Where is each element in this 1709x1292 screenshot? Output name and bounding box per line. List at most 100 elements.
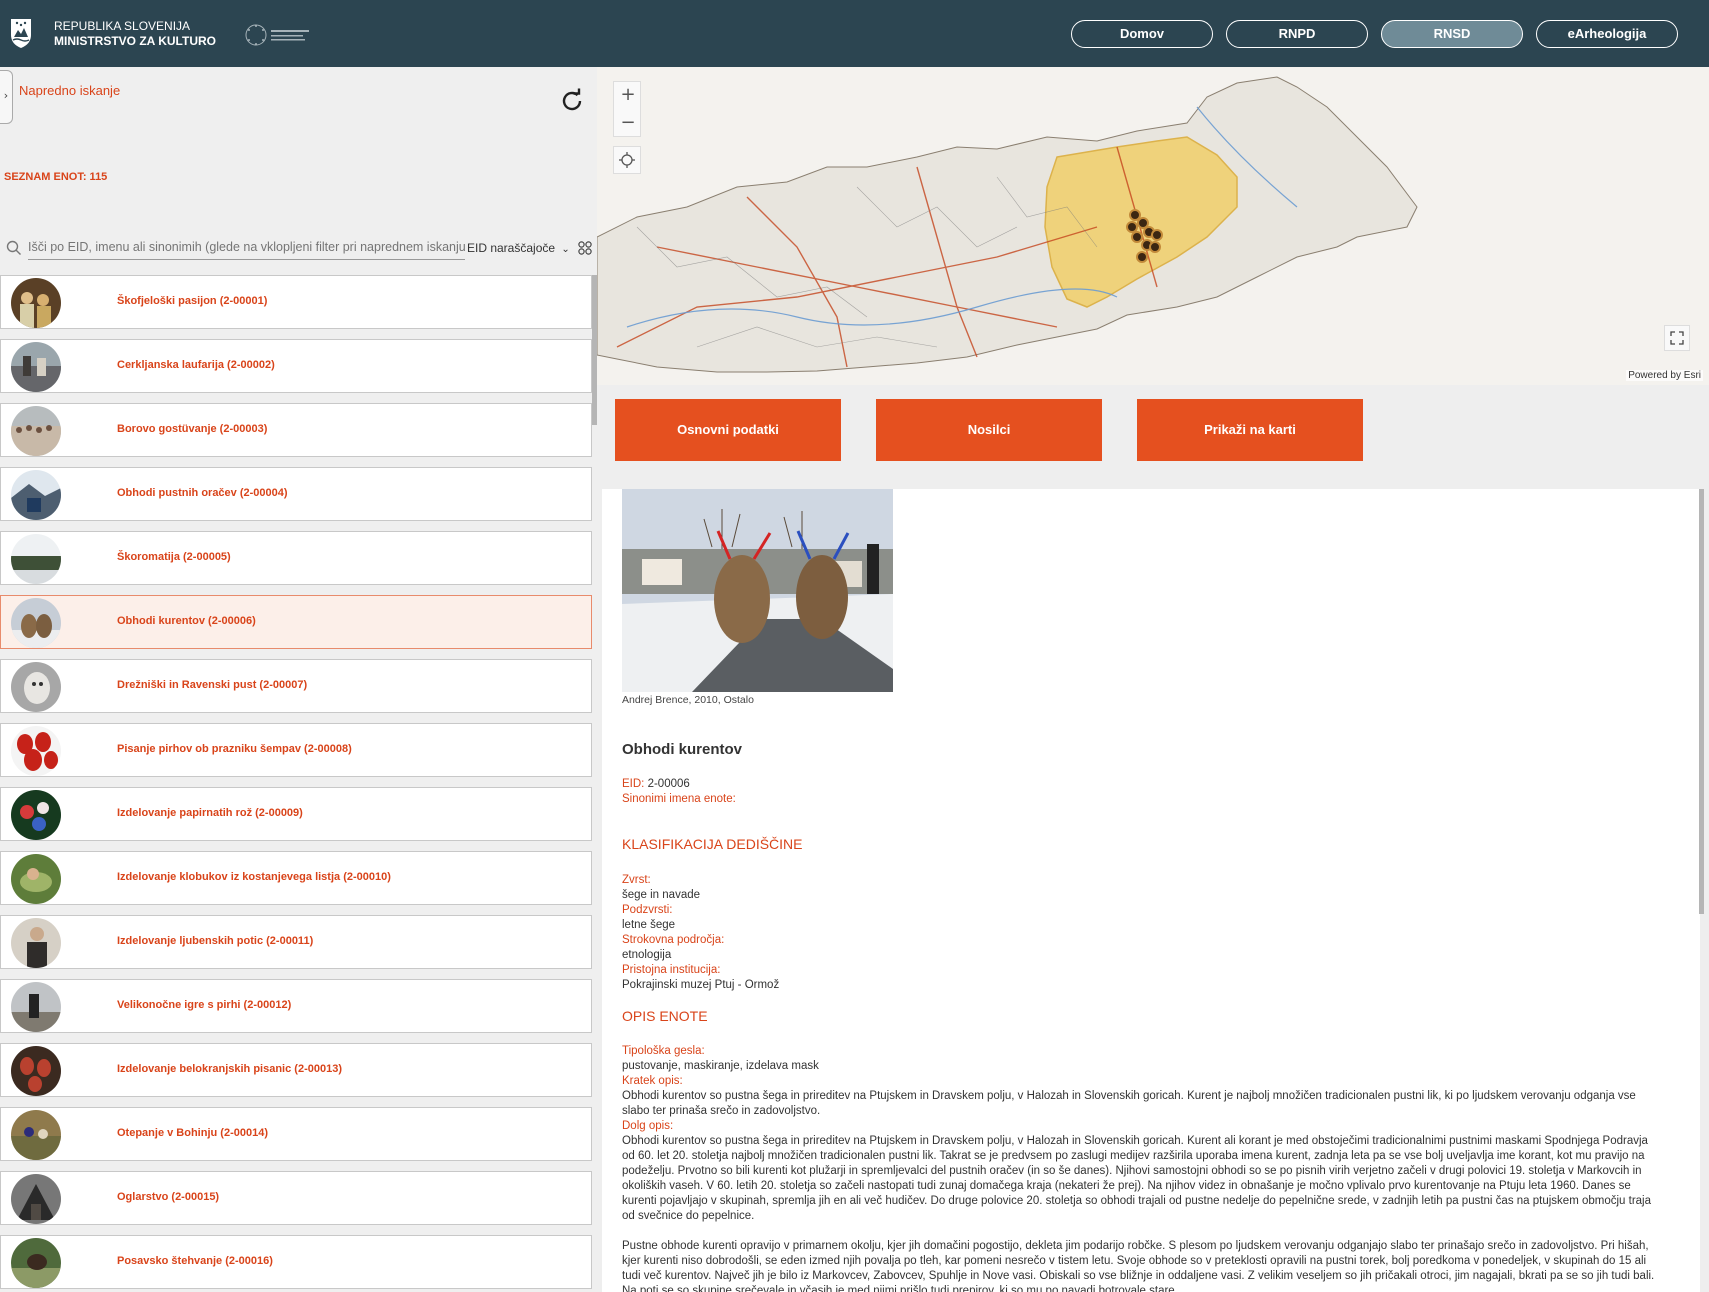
unit-thumbnail [11,470,61,520]
photo-caption: Andrej Brence, 2010, Ostalo [622,694,754,706]
list-item-label: Izdelovanje papirnatih rož (2-00009) [117,807,303,819]
list-item[interactable]: Izdelovanje belokranjskih pisanic (2-000… [0,1043,592,1097]
slovenia-map [597,76,1418,373]
refresh-icon[interactable] [558,87,586,115]
nav-domov-button[interactable]: Domov [1071,20,1213,48]
unit-thumbnail [11,726,61,776]
sort-select-label: EID naraščajoče [467,241,556,255]
list-item-label: Obhodi pustnih oračev (2-00004) [117,487,288,499]
list-item[interactable]: Obhodi pustnih oračev (2-00004) [0,467,592,521]
short-description-label: Kratek opis: [622,1075,683,1087]
search-input[interactable] [28,234,465,260]
eid-value: 2-00006 [644,778,690,790]
unit-thumbnail [11,918,61,968]
nav-rnsd-button[interactable]: RNSD [1381,20,1523,48]
fullscreen-button[interactable] [1664,325,1690,351]
chevron-down-icon: ⌄ [561,244,570,255]
keywords-value: pustovanje, maskiranje, izdelava mask [622,1060,819,1072]
type-value: šege in navade [622,889,701,901]
list-item[interactable]: Izdelovanje papirnatih rož (2-00009) [0,787,592,841]
unit-thumbnail [11,406,61,456]
synonyms-row: Sinonimi imena enote: [622,792,736,807]
list-item-label: Škoromatija (2-00005) [117,551,231,563]
list-item[interactable]: Škoromatija (2-00005) [0,531,592,585]
expand-panel-chevron-icon[interactable]: › [0,70,13,124]
sort-select[interactable]: EID naraščajoče ⌄ [467,241,570,255]
list-item-label: Izdelovanje klobukov iz kostanjevega lis… [117,871,391,883]
list-item[interactable]: Cerkljanska laufarija (2-00002) [0,339,592,393]
unit-thumbnail [11,662,61,712]
map-view[interactable]: + − Powered by Esri [597,67,1709,385]
zoom-in-button[interactable]: + [614,82,642,110]
unit-thumbnail [11,598,61,648]
list-item[interactable]: Pisanje pirhov ob prazniku šempav (2-000… [0,723,592,777]
slovenia-coat-of-arms-icon [11,19,31,48]
unit-thumbnail [11,278,61,328]
eid-row: EID: 2-00006 [622,777,690,792]
ministry-line2: MINISTRSTVO ZA KULTURO [54,34,216,48]
locate-button[interactable] [613,146,641,174]
list-item-label: Cerkljanska laufarija (2-00002) [117,359,275,371]
zoom-out-button[interactable]: − [614,110,642,138]
unit-thumbnail [11,982,61,1032]
advanced-search-link[interactable]: Napredno iskanje [19,83,120,98]
list-item-label: Drežniški in Ravenski pust (2-00007) [117,679,308,691]
synonyms-label: Sinonimi imena enote: [622,793,736,805]
detail-scrollbar[interactable] [1699,489,1704,914]
list-item-label: Izdelovanje ljubenskih potic (2-00011) [117,935,314,947]
ministry-logo-text[interactable]: REPUBLIKA SLOVENIJA MINISTRSTVO ZA KULTU… [54,19,216,49]
nav-rnpd-button[interactable]: RNPD [1226,20,1368,48]
nav-earheologija-button[interactable]: eArheologija [1536,20,1678,48]
description-heading: OPIS ENOTE [622,1008,708,1024]
list-item-label: Borovo gostüvanje (2-00003) [117,423,268,435]
fullscreen-icon [1670,331,1684,345]
long-description-paragraph-2: Pustne obhode kurenti opravijo v primarn… [622,1240,1655,1292]
list-item[interactable]: Obhodi kurentov (2-00006) [0,595,592,649]
classification-heading: KLASIFIKACIJA DEDIŠČINE [622,836,803,852]
list-item-label: Škofjeloški pasijon (2-00001) [117,295,268,307]
holders-button[interactable]: Nosilci [876,399,1102,461]
list-item[interactable]: Posavsko štehvanje (2-00016) [0,1235,592,1289]
subtype-label: Podzvrsti: [622,904,673,916]
list-item[interactable]: Izdelovanje klobukov iz kostanjevega lis… [0,851,592,905]
list-item[interactable]: Izdelovanje ljubenskih potic (2-00011) [0,915,592,969]
list-item[interactable]: Škofjeloški pasijon (2-00001) [0,275,592,329]
fields-value: etnologija [622,949,672,961]
list-item-label: Izdelovanje belokranjskih pisanic (2-000… [117,1063,342,1075]
unit-count: SEZNAM ENOT: 115 [4,171,108,183]
unit-thumbnail [11,1174,61,1224]
list-item[interactable]: Otepanje v Bohinju (2-00014) [0,1107,592,1161]
list-item[interactable]: Oglarstvo (2-00015) [0,1171,592,1225]
unit-title: Obhodi kurentov [622,741,742,758]
detail-panel: Andrej Brence, 2010, Ostalo Obhodi kuren… [602,489,1700,1292]
unit-thumbnail [11,1110,61,1160]
list-item-label: Posavsko štehvanje (2-00016) [117,1255,273,1267]
list-item-label: Oglarstvo (2-00015) [117,1191,220,1203]
unit-thumbnail [11,854,61,904]
eu-funding-logo-icon [245,24,309,46]
description-block: Tipološka gesla: pustovanje, maskiranje,… [622,1044,1658,1292]
left-panel: › Napredno iskanje SEZNAM ENOT: 115 EID … [0,67,600,1292]
eid-label: EID: [622,778,645,790]
crosshair-icon [619,152,635,168]
short-description-value: Obhodi kurentov so pustna šega in prired… [622,1090,1636,1117]
institution-value: Pokrajinski muzej Ptuj - Ormož [622,979,780,991]
type-label: Zvrst: [622,874,651,886]
unit-thumbnail [11,1046,61,1096]
zoom-controls: + − [613,81,641,137]
institution-label: Pristojna institucija: [622,964,721,976]
top-header: REPUBLIKA SLOVENIJA MINISTRSTVO ZA KULTU… [0,0,1709,67]
list-item[interactable]: Borovo gostüvanje (2-00003) [0,403,592,457]
esri-attribution[interactable]: Powered by Esri [1626,370,1703,381]
show-on-map-button[interactable]: Prikaži na karti [1137,399,1363,461]
list-item[interactable]: Drežniški in Ravenski pust (2-00007) [0,659,592,713]
list-item-label: Velikonočne igre s pirhi (2-00012) [117,999,292,1011]
fields-label: Strokovna področja: [622,934,725,946]
unit-photo[interactable] [622,489,893,692]
grid-view-icon[interactable] [578,241,592,255]
list-item-label: Pisanje pirhov ob prazniku šempav (2-000… [117,743,352,755]
basic-data-button[interactable]: Osnovni podatki [615,399,841,461]
unit-thumbnail [11,534,61,584]
list-item[interactable]: Velikonočne igre s pirhi (2-00012) [0,979,592,1033]
search-icon [6,240,21,255]
